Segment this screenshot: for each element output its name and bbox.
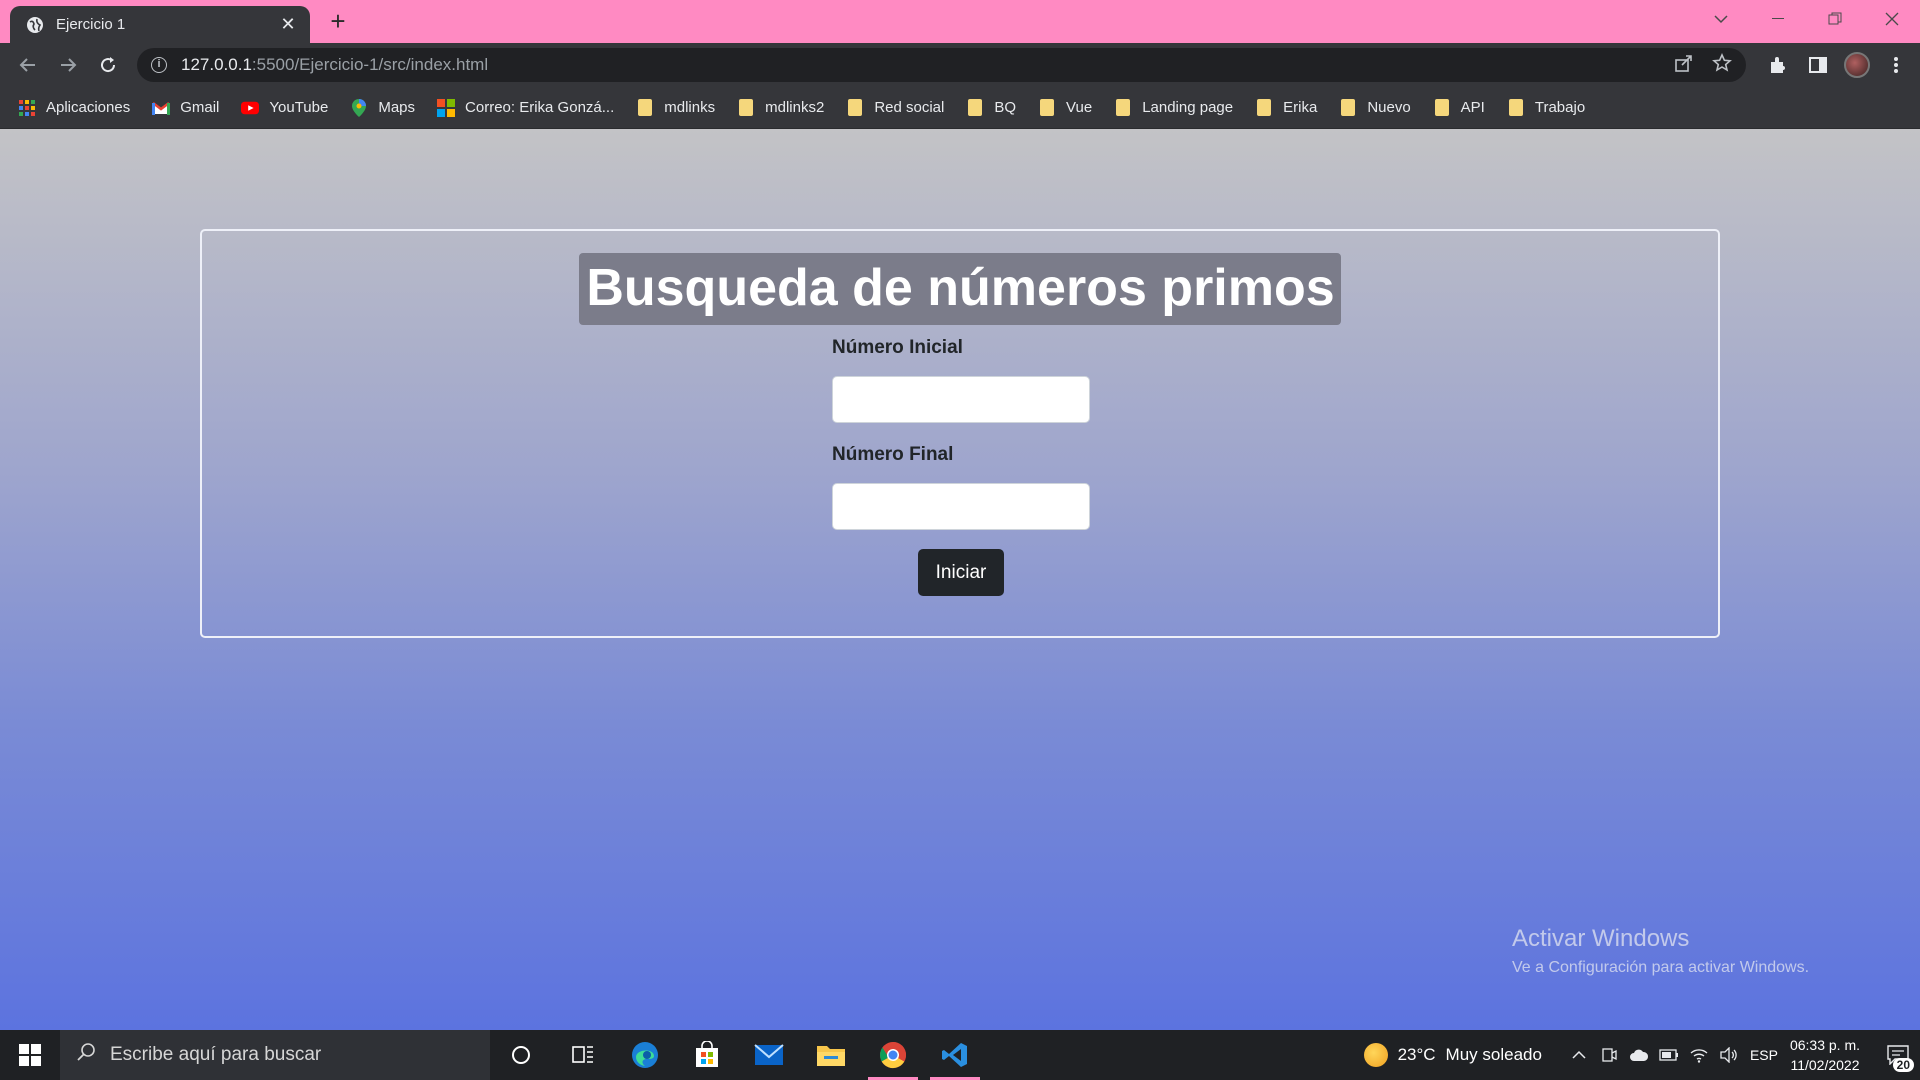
start-button[interactable]: Iniciar [918, 549, 1004, 596]
bookmark-mdlinks2[interactable]: mdlinks2 [737, 99, 824, 117]
notification-center-icon[interactable]: 20 [1876, 1030, 1920, 1080]
bookmark-api[interactable]: API [1433, 99, 1485, 117]
edge-icon[interactable] [614, 1030, 676, 1080]
bookmark-youtube[interactable]: YouTube [241, 99, 328, 117]
bookmark-aplicaciones[interactable]: Aplicaciones [18, 99, 130, 117]
bookmarks-bar: Aplicaciones Gmail YouTube Maps Correo: … [0, 87, 1920, 129]
profile-avatar[interactable] [1844, 52, 1870, 78]
end-number-input[interactable] [832, 483, 1090, 530]
bookmark-vue[interactable]: Vue [1038, 99, 1092, 117]
bookmark-star-icon[interactable] [1712, 52, 1732, 78]
input-language[interactable]: ESP [1750, 1047, 1778, 1063]
volume-icon[interactable] [1714, 1047, 1744, 1063]
back-button[interactable] [8, 45, 48, 85]
folder-icon [1114, 99, 1132, 117]
search-icon [76, 1042, 96, 1068]
folder-icon [737, 99, 755, 117]
folder-icon [1339, 99, 1357, 117]
windows-taskbar: Escribe aquí para buscar 23°C Muy solead… [0, 1030, 1920, 1080]
vscode-icon[interactable] [924, 1030, 986, 1080]
gmail-icon [152, 99, 171, 117]
address-url[interactable]: 127.0.0.1:5500/Ejercicio-1/src/index.htm… [181, 55, 1674, 75]
restore-button[interactable] [1806, 0, 1863, 38]
start-number-input[interactable] [832, 376, 1090, 423]
wifi-icon[interactable] [1684, 1047, 1714, 1063]
prime-search-form-card: Busqueda de números primos Número Inicia… [200, 229, 1720, 638]
bookmark-trabajo[interactable]: Trabajo [1507, 99, 1585, 117]
folder-icon [1255, 99, 1273, 117]
folder-icon [846, 99, 864, 117]
address-bar[interactable]: i 127.0.0.1:5500/Ejercicio-1/src/index.h… [137, 48, 1746, 82]
battery-icon[interactable] [1654, 1049, 1684, 1061]
close-tab-icon[interactable]: ✕ [278, 14, 298, 35]
forward-button[interactable] [48, 45, 88, 85]
file-explorer-icon[interactable] [800, 1030, 862, 1080]
bookmark-landing-page[interactable]: Landing page [1114, 99, 1233, 117]
taskbar-search-box[interactable]: Escribe aquí para buscar [60, 1030, 490, 1080]
bookmark-erika[interactable]: Erika [1255, 99, 1317, 117]
extensions-puzzle-icon[interactable] [1764, 51, 1792, 79]
tab-ejercicio-1[interactable]: Ejercicio 1 ✕ [10, 6, 310, 43]
page-title: Busqueda de números primos [579, 253, 1341, 325]
share-icon[interactable] [1674, 53, 1694, 78]
side-panel-icon[interactable] [1804, 51, 1832, 79]
bookmark-nuevo[interactable]: Nuevo [1339, 99, 1411, 117]
tab-title: Ejercicio 1 [56, 16, 126, 33]
notification-count-badge: 20 [1892, 1058, 1914, 1072]
bookmark-gmail[interactable]: Gmail [152, 99, 219, 117]
bookmark-red-social[interactable]: Red social [846, 99, 944, 117]
show-hidden-icons-chevron-icon[interactable] [1564, 1050, 1594, 1060]
page-viewport: Busqueda de números primos Número Inicia… [0, 129, 1920, 1030]
folder-icon [1507, 99, 1525, 117]
site-info-icon[interactable]: i [151, 57, 167, 73]
windows-activation-watermark: Activar Windows Ve a Configuración para … [1512, 925, 1810, 976]
folder-icon [1038, 99, 1056, 117]
minimize-button[interactable] [1749, 0, 1806, 38]
onedrive-cloud-icon[interactable] [1624, 1048, 1654, 1062]
tab-strip: Ejercicio 1 ✕ + [0, 0, 1920, 43]
search-placeholder: Escribe aquí para buscar [110, 1044, 322, 1065]
task-view-icon[interactable] [552, 1030, 614, 1080]
youtube-icon [241, 99, 260, 117]
end-number-label: Número Final [832, 444, 954, 465]
meet-now-icon[interactable] [1594, 1047, 1624, 1063]
microsoft-store-icon[interactable] [676, 1030, 738, 1080]
start-number-label: Número Inicial [832, 337, 963, 358]
clock[interactable]: 06:33 p. m. 11/02/2022 [1790, 1035, 1860, 1075]
folder-icon [1433, 99, 1451, 117]
window-controls [1692, 0, 1920, 38]
bookmark-correo[interactable]: Correo: Erika Gonzá... [437, 98, 614, 117]
apps-grid-icon [18, 99, 36, 117]
folder-icon [636, 99, 654, 117]
sunny-weather-icon [1363, 1043, 1388, 1067]
system-tray: 23°C Muy soleado ESP 06:33 p. m. 11/02/2… [1363, 1030, 1920, 1080]
microsoft-icon [437, 98, 456, 117]
bookmark-mdlinks[interactable]: mdlinks [636, 99, 715, 117]
tab-search-chevron-icon[interactable] [1692, 0, 1749, 38]
windows-start-icon[interactable] [0, 1030, 60, 1080]
weather-widget[interactable]: 23°C Muy soleado [1363, 1043, 1542, 1067]
bookmark-maps[interactable]: Maps [350, 98, 415, 117]
browser-toolbar: i 127.0.0.1:5500/Ejercicio-1/src/index.h… [0, 43, 1920, 87]
close-window-button[interactable] [1863, 0, 1920, 38]
bookmark-bq[interactable]: BQ [966, 99, 1016, 117]
reload-button[interactable] [88, 45, 128, 85]
kebab-menu-icon[interactable] [1882, 51, 1910, 79]
folder-icon [966, 99, 984, 117]
mail-icon[interactable] [738, 1030, 800, 1080]
maps-pin-icon [350, 98, 368, 117]
chrome-icon[interactable] [862, 1030, 924, 1080]
globe-icon [26, 16, 44, 34]
new-tab-button[interactable]: + [324, 8, 352, 36]
cortana-icon[interactable] [490, 1030, 552, 1080]
